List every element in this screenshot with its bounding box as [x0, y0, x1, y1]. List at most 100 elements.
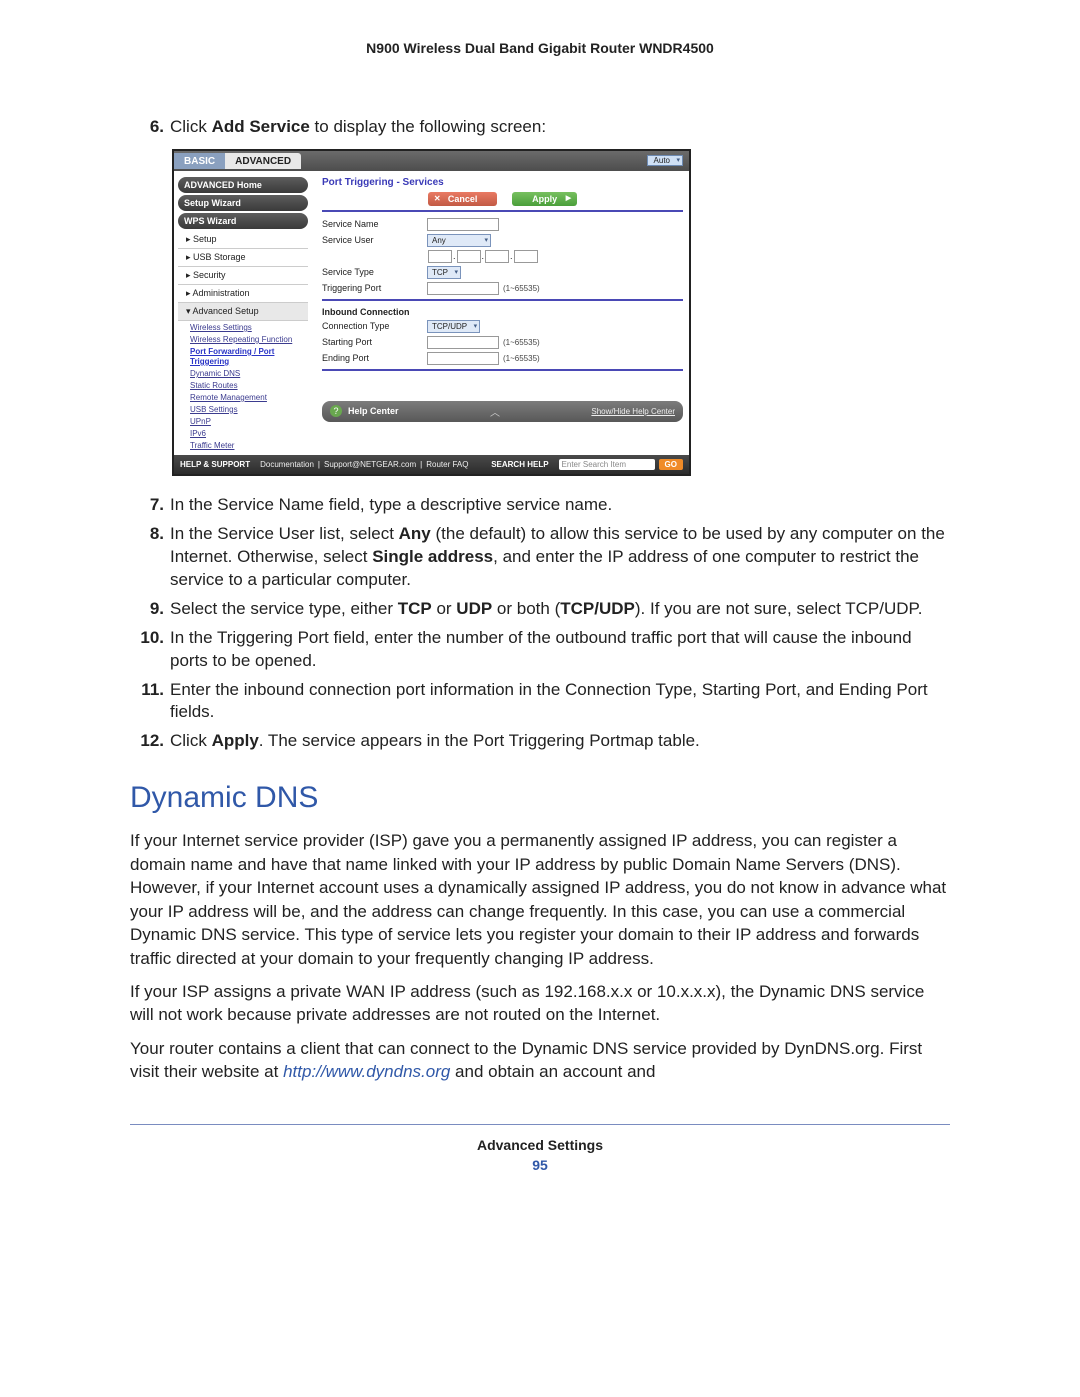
- ip-octet-3[interactable]: [485, 250, 509, 263]
- footer-section-label: Advanced Settings: [130, 1137, 950, 1153]
- page-rule: [130, 1124, 950, 1125]
- step: 8.In the Service User list, select Any (…: [130, 523, 950, 592]
- step-body: Click Apply. The service appears in the …: [170, 730, 950, 753]
- cancel-button[interactable]: Cancel: [428, 192, 498, 206]
- para-3: Your router contains a client that can c…: [130, 1037, 950, 1084]
- step-body: In the Triggering Port field, enter the …: [170, 627, 950, 673]
- step: 10.In the Triggering Port field, enter t…: [130, 627, 950, 673]
- tab-advanced[interactable]: ADVANCED: [225, 153, 301, 169]
- step-6-pre: Click: [170, 117, 212, 136]
- footer-bar: HELP & SUPPORT Documentation| Support@NE…: [174, 455, 689, 474]
- help-center-bar[interactable]: ? Help Center ︿ Show/Hide Help Center: [322, 401, 683, 422]
- sidebar-item-setup[interactable]: ▸ Setup: [178, 231, 308, 249]
- label-starting-port: Starting Port: [322, 337, 427, 347]
- go-button[interactable]: GO: [659, 459, 683, 470]
- sidebar-item-advanced-setup[interactable]: ▾ Advanced Setup: [178, 303, 308, 321]
- main-panel: Port Triggering - Services Cancel Apply …: [312, 171, 689, 455]
- step-number: 12.: [130, 730, 170, 753]
- input-starting-port[interactable]: [427, 336, 499, 349]
- sidebar-setup-wizard[interactable]: Setup Wizard: [178, 195, 308, 211]
- step-number: 7.: [130, 494, 170, 517]
- step: 9.Select the service type, either TCP or…: [130, 598, 950, 621]
- step: 7.In the Service Name field, type a desc…: [130, 494, 950, 517]
- step-6-post: to display the following screen:: [310, 117, 546, 136]
- step-number: 8.: [130, 523, 170, 592]
- range-2: (1~65535): [503, 338, 540, 347]
- help-icon: ?: [330, 405, 342, 417]
- select-service-type[interactable]: TCP: [427, 266, 461, 279]
- input-ending-port[interactable]: [427, 352, 499, 365]
- label-service-type: Service Type: [322, 267, 427, 277]
- search-help-input[interactable]: Enter Search Item: [559, 459, 655, 470]
- step-6-bold: Add Service: [212, 117, 310, 136]
- sub-static-routes[interactable]: Static Routes: [190, 381, 308, 391]
- panel-title: Port Triggering - Services: [322, 177, 683, 188]
- inbound-heading: Inbound Connection: [322, 307, 683, 317]
- sidebar-item-administration[interactable]: ▸ Administration: [178, 285, 308, 303]
- sub-traffic-meter[interactable]: Traffic Meter: [190, 441, 308, 451]
- step-body: In the Service User list, select Any (th…: [170, 523, 950, 592]
- step-body: Enter the inbound connection port inform…: [170, 679, 950, 725]
- section-heading-dynamic-dns: Dynamic DNS: [130, 781, 950, 815]
- label-triggering-port: Triggering Port: [322, 283, 427, 293]
- range-1: (1~65535): [503, 284, 540, 293]
- tab-bar: BASIC ADVANCED Auto: [174, 151, 689, 171]
- auto-dropdown[interactable]: Auto: [647, 155, 683, 166]
- input-service-name[interactable]: [427, 218, 499, 231]
- sub-wireless-settings[interactable]: Wireless Settings: [190, 323, 308, 333]
- dyndns-link[interactable]: http://www.dyndns.org: [283, 1062, 450, 1081]
- step-6-number: 6.: [130, 116, 170, 139]
- help-support-label: HELP & SUPPORT: [180, 460, 250, 469]
- sub-port-forwarding[interactable]: Port Forwarding / Port Triggering: [190, 347, 308, 367]
- sidebar: ADVANCED Home Setup Wizard WPS Wizard ▸ …: [174, 171, 312, 455]
- label-service-user: Service User: [322, 235, 427, 245]
- divider: [322, 210, 683, 212]
- sub-usb-settings[interactable]: USB Settings: [190, 405, 308, 415]
- sidebar-wps-wizard[interactable]: WPS Wizard: [178, 213, 308, 229]
- show-hide-help-link[interactable]: Show/Hide Help Center: [591, 407, 675, 416]
- document-header: N900 Wireless Dual Band Gigabit Router W…: [130, 40, 950, 56]
- router-screenshot: BASIC ADVANCED Auto ADVANCED Home Setup …: [172, 149, 691, 476]
- step: 11.Enter the inbound connection port inf…: [130, 679, 950, 725]
- step-number: 9.: [130, 598, 170, 621]
- divider-2: [322, 299, 683, 301]
- sub-upnp[interactable]: UPnP: [190, 417, 308, 427]
- label-ending-port: Ending Port: [322, 353, 427, 363]
- step: 12.Click Apply. The service appears in t…: [130, 730, 950, 753]
- footer-link-faq[interactable]: Router FAQ: [426, 460, 468, 469]
- search-help-label: SEARCH HELP: [491, 460, 548, 469]
- step-number: 10.: [130, 627, 170, 673]
- range-3: (1~65535): [503, 354, 540, 363]
- para-3-post: and obtain an account and: [450, 1062, 655, 1081]
- apply-button[interactable]: Apply: [512, 192, 577, 206]
- ip-octet-1[interactable]: [428, 250, 452, 263]
- step-6: 6. Click Add Service to display the foll…: [130, 116, 950, 139]
- sub-dynamic-dns[interactable]: Dynamic DNS: [190, 369, 308, 379]
- para-1: If your Internet service provider (ISP) …: [130, 829, 950, 970]
- step-body: Select the service type, either TCP or U…: [170, 598, 950, 621]
- sub-ipv6[interactable]: IPv6: [190, 429, 308, 439]
- footer-link-support[interactable]: Support@NETGEAR.com: [324, 460, 416, 469]
- help-center-label: Help Center: [348, 406, 399, 416]
- input-triggering-port[interactable]: [427, 282, 499, 295]
- label-service-name: Service Name: [322, 219, 427, 229]
- sidebar-sublist: Wireless Settings Wireless Repeating Fun…: [190, 323, 308, 451]
- footer-link-docs[interactable]: Documentation: [260, 460, 314, 469]
- ip-octet-2[interactable]: [457, 250, 481, 263]
- select-connection-type[interactable]: TCP/UDP: [427, 320, 480, 333]
- step-6-body: Click Add Service to display the followi…: [170, 116, 950, 139]
- sidebar-item-security[interactable]: ▸ Security: [178, 267, 308, 285]
- select-service-user[interactable]: Any: [427, 234, 491, 247]
- chevron-up-icon: ︿: [399, 404, 592, 419]
- sidebar-advanced-home[interactable]: ADVANCED Home: [178, 177, 308, 193]
- step-number: 11.: [130, 679, 170, 725]
- label-connection-type: Connection Type: [322, 321, 427, 331]
- para-2: If your ISP assigns a private WAN IP add…: [130, 980, 950, 1027]
- divider-3: [322, 369, 683, 371]
- tab-basic[interactable]: BASIC: [174, 153, 225, 169]
- sub-remote-management[interactable]: Remote Management: [190, 393, 308, 403]
- sidebar-item-usb-storage[interactable]: ▸ USB Storage: [178, 249, 308, 267]
- sub-wireless-repeating[interactable]: Wireless Repeating Function: [190, 335, 308, 345]
- page-number: 95: [130, 1157, 950, 1173]
- ip-octet-4[interactable]: [514, 250, 538, 263]
